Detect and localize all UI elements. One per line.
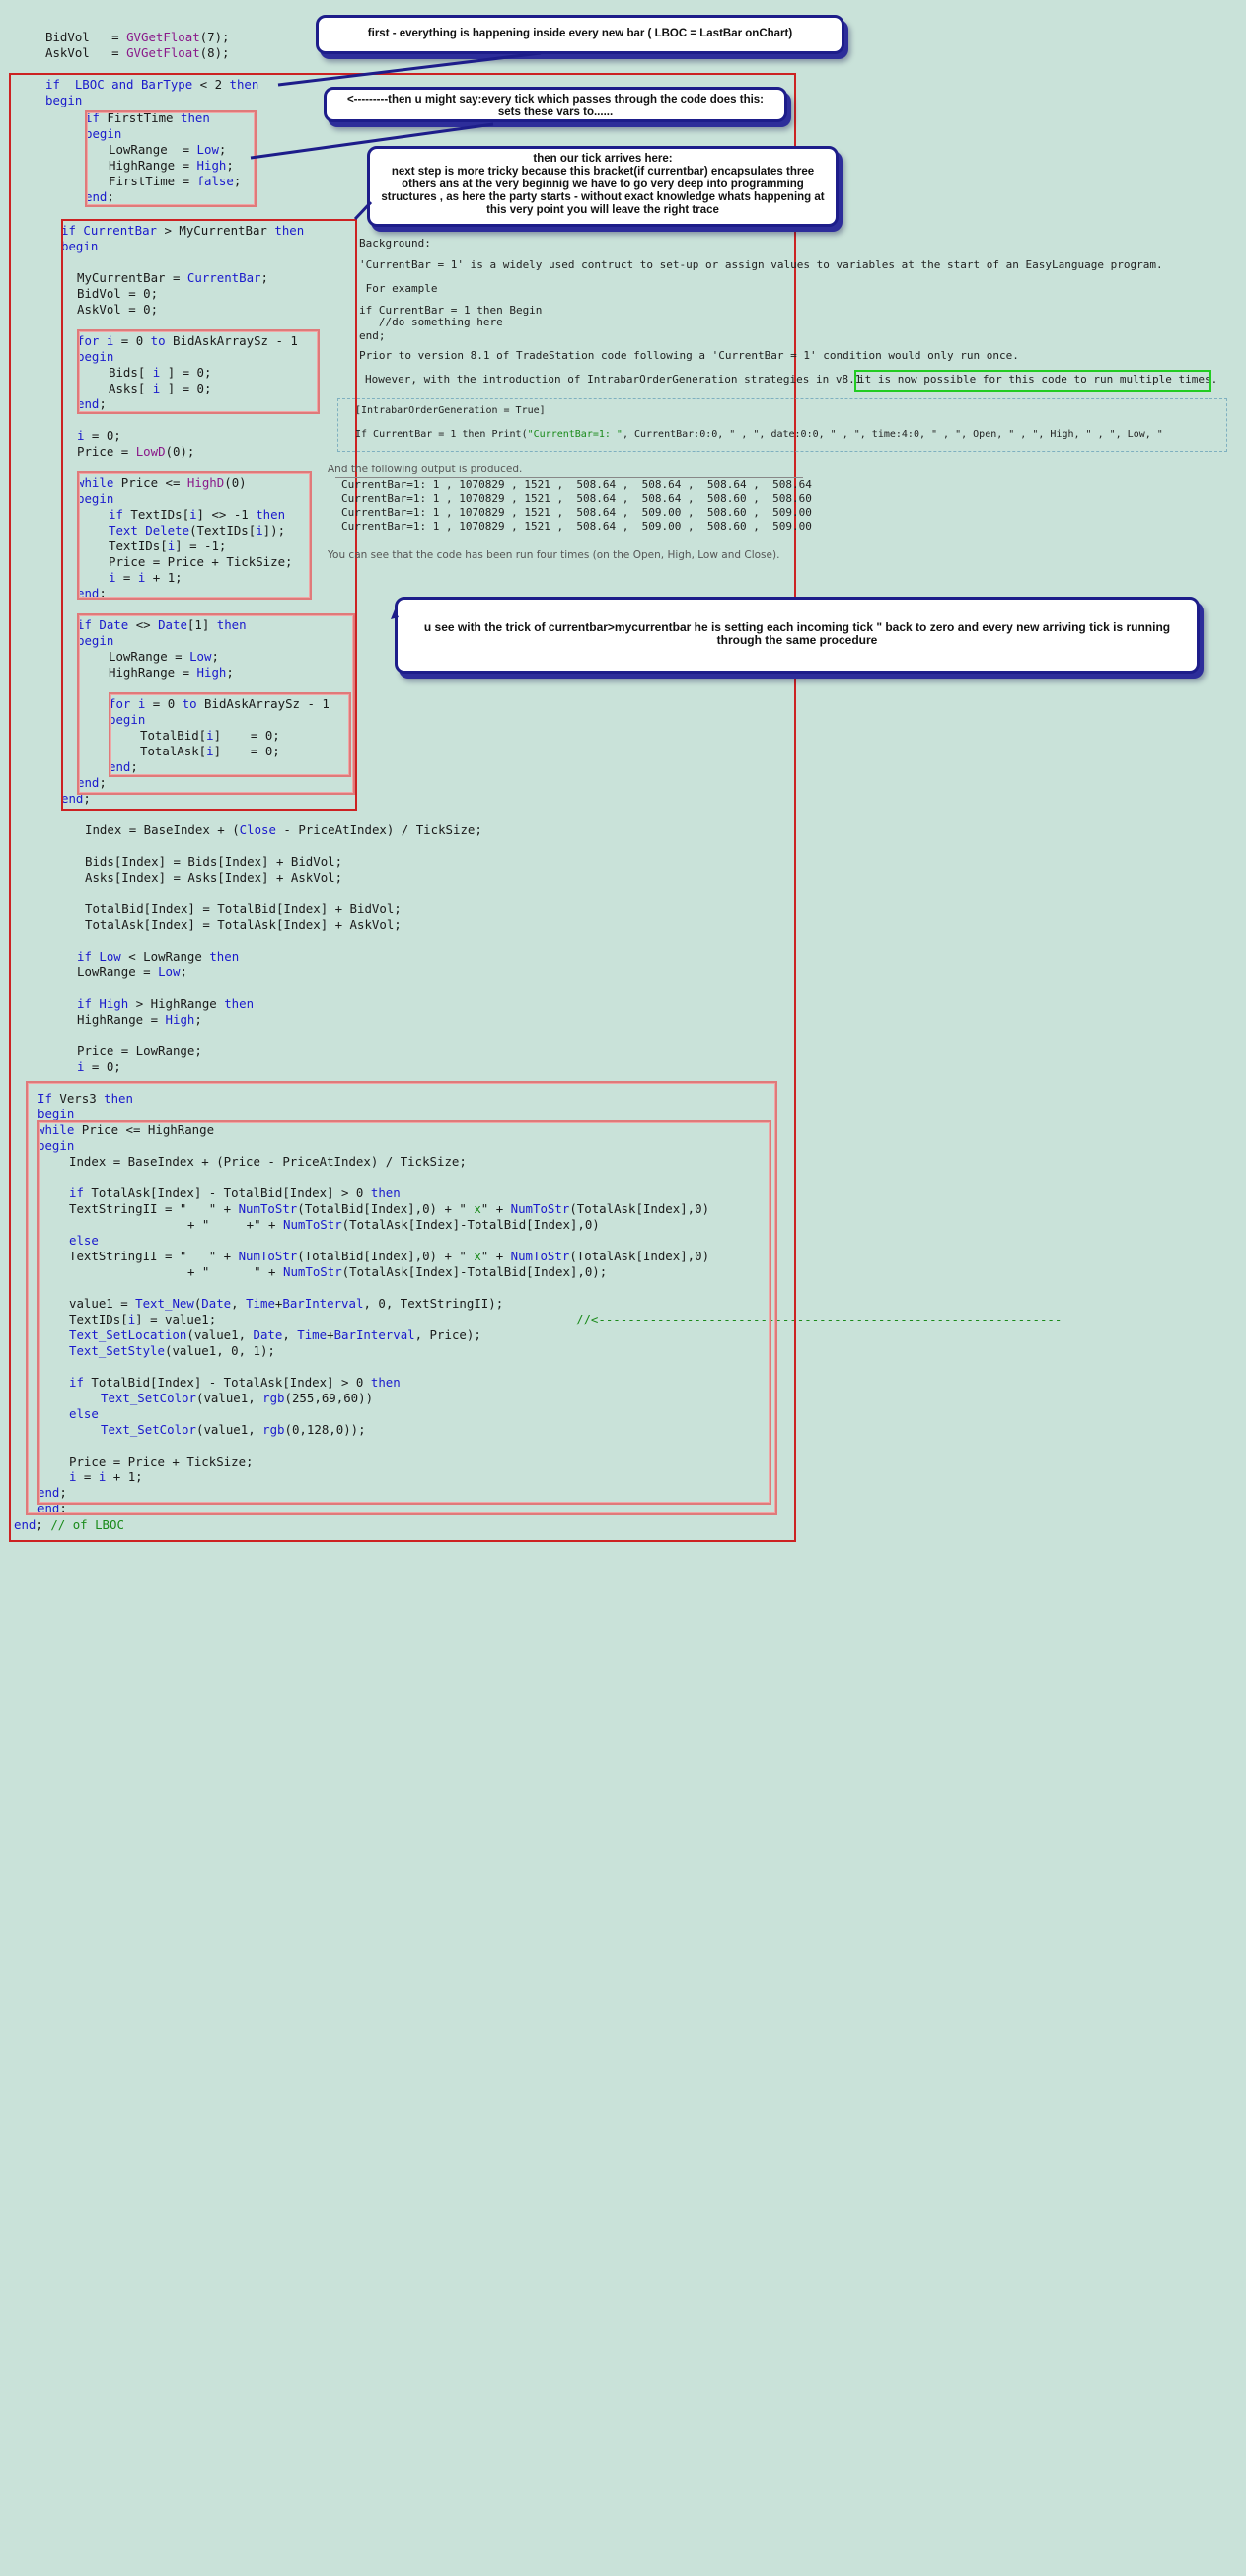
pointer-lines	[250, 51, 542, 619]
